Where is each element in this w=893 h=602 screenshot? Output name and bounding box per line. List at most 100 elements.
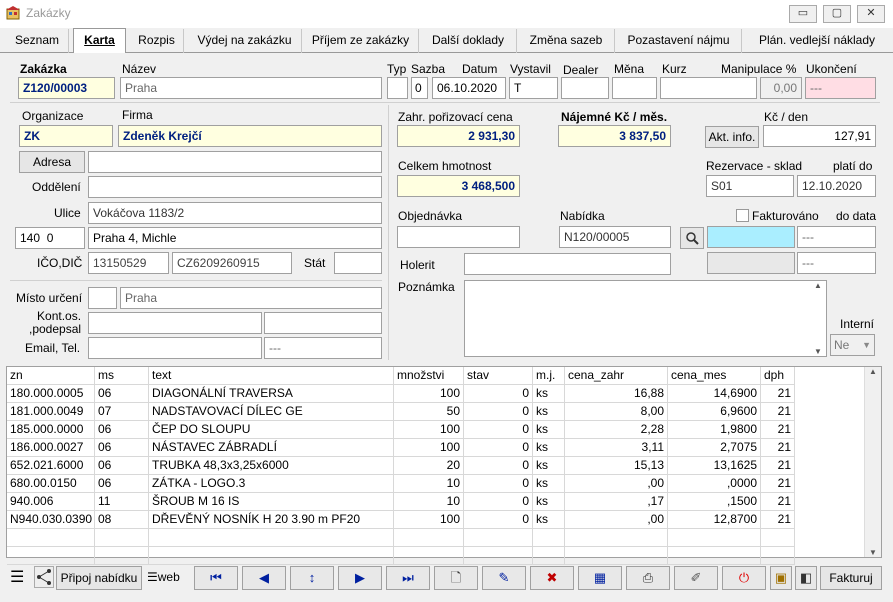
manipulace-field[interactable]: 0,00	[760, 77, 802, 99]
zahr-field[interactable]: 2 931,30	[397, 125, 520, 147]
first-record-button[interactable]: ⏮	[194, 566, 238, 590]
hmotnost-field[interactable]: 3 468,500	[397, 175, 520, 197]
datum-field[interactable]: 06.10.2020	[432, 77, 506, 99]
new-record-button[interactable]: 🗋	[434, 566, 478, 590]
fakturovano-date-1[interactable]: ---	[797, 226, 876, 248]
poznamka-label: Poznámka	[398, 280, 455, 294]
fakturovano-field-1[interactable]	[707, 226, 795, 248]
tab-zmena-sazeb[interactable]: Změna sazeb	[518, 29, 615, 53]
adresa-field[interactable]	[88, 151, 382, 173]
kontos-field-2[interactable]	[264, 312, 382, 334]
table-row[interactable]: 652.021.6000 06 TRUBKA 48,3x3,25x6000 20 0 ks…	[7, 457, 795, 475]
oddeleni-field[interactable]	[88, 176, 382, 198]
table-cell	[668, 529, 761, 547]
fakturuj-button[interactable]: Fakturuj	[820, 566, 882, 590]
tab-prijem[interactable]: Příjem ze zakázky	[303, 29, 419, 53]
stat-field[interactable]	[334, 252, 382, 274]
mena-field[interactable]	[612, 77, 657, 99]
fakturovano-checkbox[interactable]	[736, 209, 749, 222]
table-row[interactable]: 940.006 11 ŠROUB M 16 IS 10 0 ks ,17,1500 21	[7, 493, 795, 511]
delete-button[interactable]: ✖	[530, 566, 574, 590]
scroll-up-icon[interactable]: ▲	[810, 281, 826, 290]
tab-plan-naklady[interactable]: Plán. vedlejší náklady	[743, 29, 891, 53]
sklad-field[interactable]: S01	[706, 175, 794, 197]
holerit-field[interactable]	[464, 253, 671, 275]
mesto-field[interactable]: Praha 4, Michle	[88, 227, 382, 249]
maximize-button[interactable]: ▢	[823, 5, 851, 23]
organizace-field[interactable]: ZK	[19, 125, 113, 147]
tab-karta[interactable]: Karta	[73, 28, 126, 53]
web-button[interactable]: ☰web	[147, 570, 180, 584]
table-scrollbar[interactable]: ▲ ▼	[864, 367, 881, 557]
typ-field[interactable]	[387, 77, 408, 99]
ulice-field[interactable]: Vokáčova 1183/2	[88, 202, 382, 224]
edit-button[interactable]: ✎	[482, 566, 526, 590]
minimize-button[interactable]: ▭	[789, 5, 817, 23]
table-row[interactable]: N940.030.0390 08 DŘEVĚNÝ NOSNÍK H 20 3.90 …	[7, 511, 795, 529]
calculate-button[interactable]: ▦	[578, 566, 622, 590]
kontos-field-1[interactable]	[88, 312, 262, 334]
tel-field[interactable]: ---	[264, 337, 382, 359]
objednavka-field[interactable]	[397, 226, 520, 248]
najemne-field[interactable]: 3 837,50	[558, 125, 671, 147]
misto-code-field[interactable]	[88, 287, 117, 309]
fakturovano-date-2[interactable]: ---	[797, 252, 876, 274]
tab-pozastaveni[interactable]: Pozastavení nájmu	[616, 29, 742, 53]
table-cell: DIAGONÁLNÍ TRAVERSA	[149, 385, 394, 403]
dealer-field[interactable]	[561, 77, 609, 99]
psc-field[interactable]: 140 0	[15, 227, 85, 249]
nabidka-field[interactable]: N120/00005	[559, 226, 671, 248]
zakazka-field[interactable]: Z120/00003	[18, 77, 115, 99]
table-cell: 185.000.0000	[7, 421, 95, 439]
tab-dalsi-doklady[interactable]: Další doklady	[420, 29, 517, 53]
scroll-down-icon[interactable]: ▼	[865, 548, 881, 557]
platido-field[interactable]: 12.10.2020	[797, 175, 876, 197]
nazev-field[interactable]: Praha	[120, 77, 382, 99]
table-row[interactable]: 181.000.0049 07 NADSTAVOVACÍ DÍLEC GE 50 0 ks…	[7, 403, 795, 421]
next-record-button[interactable]: ▶	[338, 566, 382, 590]
power-button[interactable]: ⏻	[722, 566, 766, 590]
mena-label: Měna	[614, 62, 645, 76]
interni-select[interactable]: Ne ▼	[830, 334, 875, 356]
last-record-button[interactable]: ⏭	[386, 566, 430, 590]
tab-rozpis[interactable]: Rozpis	[130, 29, 184, 53]
items-table[interactable]: zn ms text množstvi stav m.j. cena_zahr cena_me…	[6, 366, 882, 565]
tab-vydej[interactable]: Výdej na zakázku	[188, 29, 302, 53]
sort-button[interactable]: ↕	[290, 566, 334, 590]
kcden-field[interactable]: 127,91	[763, 125, 876, 147]
sazba-field[interactable]: 0	[411, 77, 428, 99]
sound-icon[interactable]: ◧	[795, 566, 817, 590]
fakturovano-field-2[interactable]	[707, 252, 795, 274]
pripoj-nabidku-button[interactable]: Připoj nabídku	[56, 566, 142, 590]
ukonceni-field[interactable]: ---	[805, 77, 876, 99]
print-button[interactable]: ⎙	[626, 566, 670, 590]
akt-info-button[interactable]: Akt. info.	[705, 126, 759, 148]
ico-field[interactable]: 13150529	[88, 252, 169, 274]
table-row[interactable]	[7, 529, 795, 547]
tab-seznam[interactable]: Seznam	[6, 29, 69, 53]
close-button[interactable]: ✕	[857, 5, 885, 23]
dic-field[interactable]: CZ6209260915	[172, 252, 292, 274]
firma-field[interactable]: Zdeněk Krejčí	[118, 125, 382, 147]
poznamka-scrollbar[interactable]: ▲ ▼	[810, 281, 826, 356]
tree-icon[interactable]	[34, 566, 54, 588]
email-field[interactable]	[88, 337, 262, 359]
table-cell: ,0000	[668, 475, 761, 493]
column-header: m.j.	[533, 367, 565, 385]
table-row[interactable]: 186.000.0027 06 NÁSTAVEC ZÁBRADLÍ 100 0 ks 3,1…	[7, 439, 795, 457]
vystavil-field[interactable]: T	[509, 77, 558, 99]
table-row[interactable]: 180.000.0005 06 DIAGONÁLNÍ TRAVERSA 100 0 ks 1…	[7, 385, 795, 403]
adresa-button[interactable]: Adresa	[19, 151, 85, 173]
menu-icon[interactable]: ☰	[10, 567, 24, 587]
poznamka-field[interactable]	[464, 280, 827, 357]
kurz-field[interactable]	[660, 77, 757, 99]
tools-button[interactable]: ✐	[674, 566, 718, 590]
table-row[interactable]: 680.00.0150 06 ZÁTKA - LOGO.3 10 0 ks ,00,0000…	[7, 475, 795, 493]
table-row[interactable]: 185.000.0000 06 ČEP DO SLOUPU 100 0 ks 2,28 1,9…	[7, 421, 795, 439]
book-icon[interactable]: ▣	[770, 566, 792, 590]
scroll-up-icon[interactable]: ▲	[865, 367, 881, 376]
search-nabidka-button[interactable]	[680, 227, 704, 249]
prev-record-button[interactable]: ◀	[242, 566, 286, 590]
scroll-down-icon[interactable]: ▼	[810, 347, 826, 356]
misto-field[interactable]: Praha	[120, 287, 382, 309]
